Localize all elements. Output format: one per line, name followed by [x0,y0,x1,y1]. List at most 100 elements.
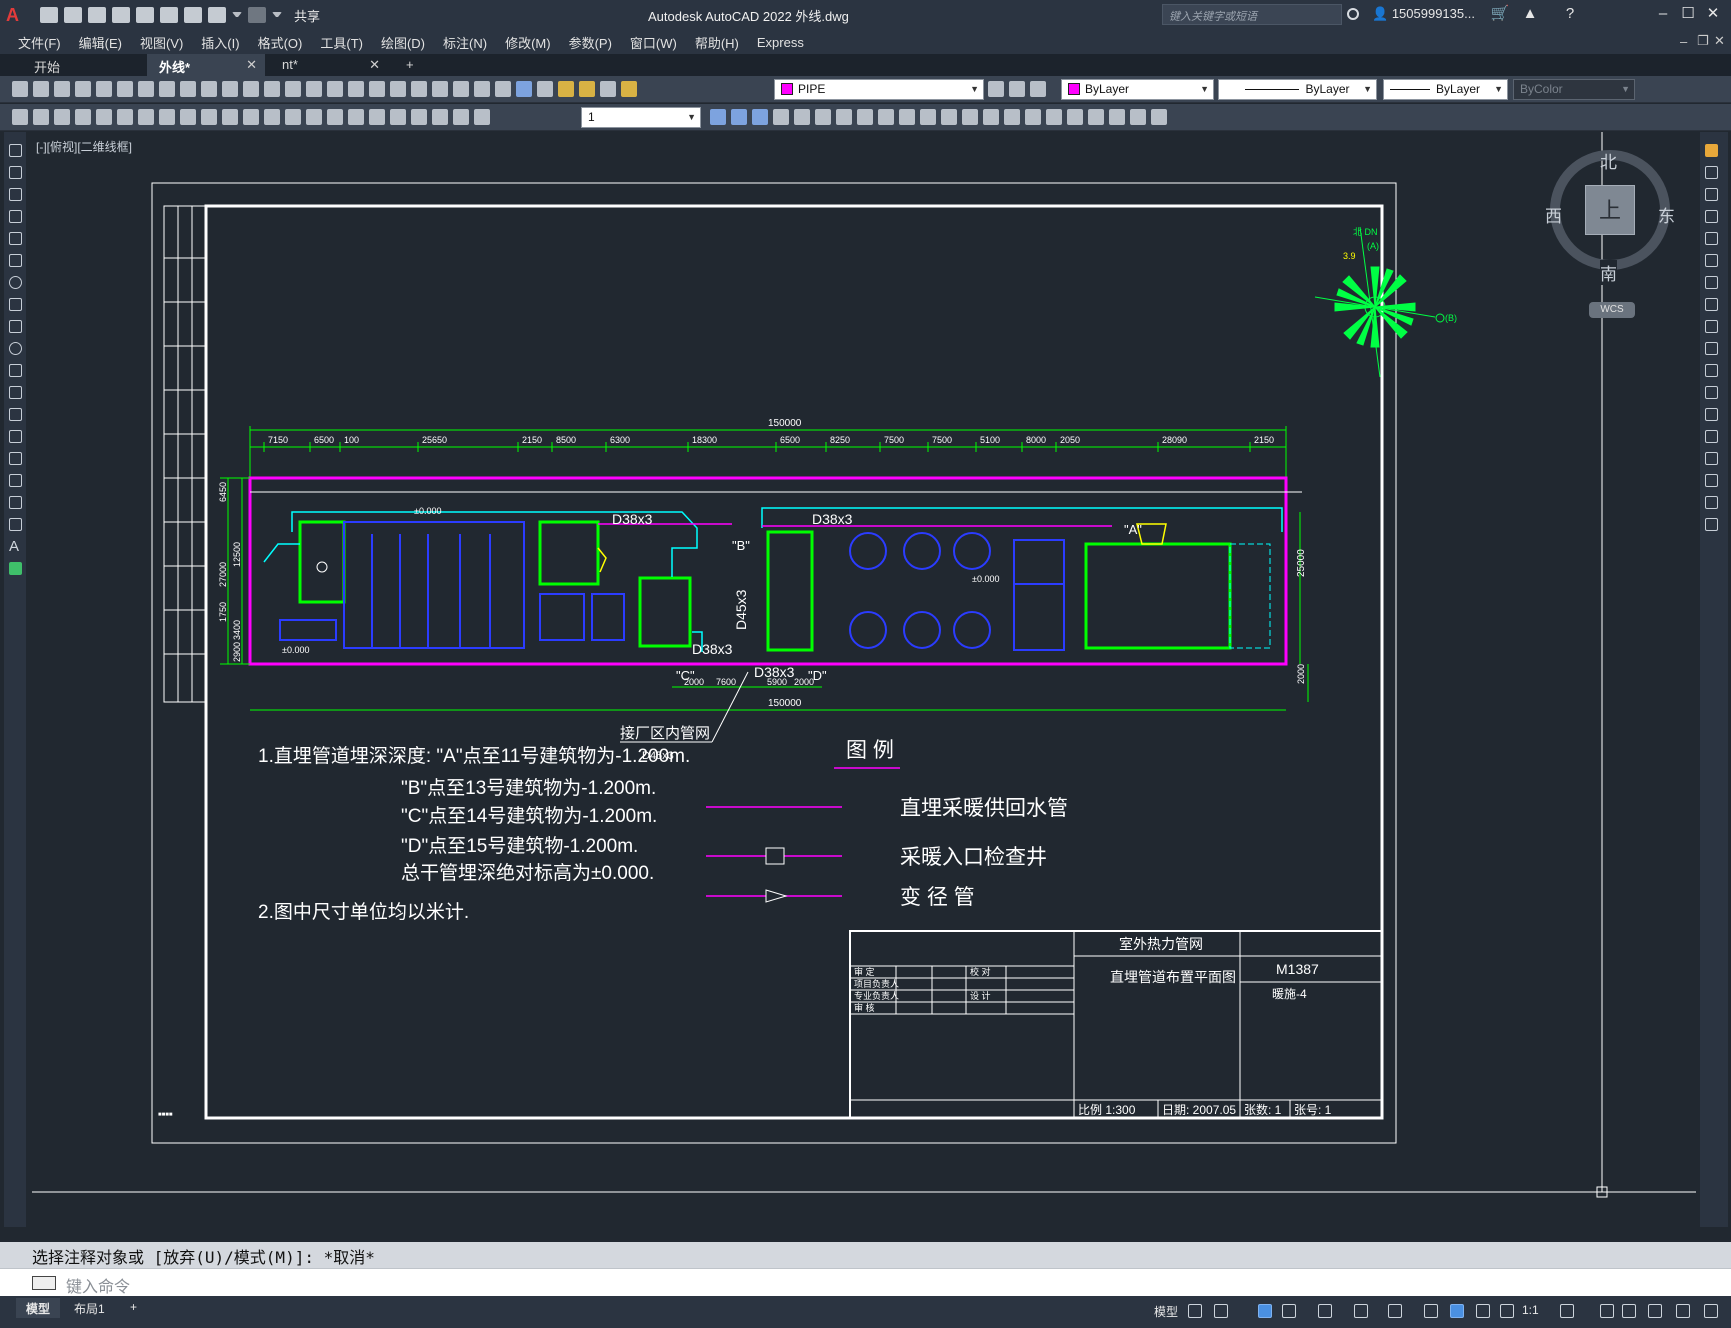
undo-icon[interactable] [264,81,280,97]
render-icon[interactable] [1046,109,1062,125]
doc-close-icon[interactable]: ✕ [1714,33,1725,49]
layout-tab-layout1[interactable]: 布局1 [64,1298,115,1318]
dim-diameter-icon[interactable] [201,109,217,125]
open-icon[interactable] [33,81,49,97]
close-tab-icon[interactable]: ✕ [246,57,257,73]
rotate-icon[interactable] [1705,276,1718,289]
line-icon[interactable] [9,144,22,157]
new-file-icon[interactable] [40,7,58,23]
undo-dropdown-icon[interactable] [232,12,242,18]
inspection-icon[interactable] [390,109,406,125]
menu-insert[interactable]: 插入(I) [192,33,248,52]
viewcube[interactable]: 上 北 南 东 西 [1545,150,1675,285]
add-selected-icon[interactable] [9,562,22,575]
dim-arc-icon[interactable] [117,109,133,125]
zoom-previous-icon[interactable] [369,81,385,97]
mirror-icon[interactable] [1705,188,1718,201]
design-center-icon[interactable] [411,81,427,97]
extend-icon[interactable] [1705,364,1718,377]
tool-palettes-icon[interactable] [432,81,448,97]
command-prompt-icon[interactable] [32,1276,56,1290]
viewcube-south[interactable]: 南 [1600,260,1617,285]
arc-icon[interactable] [9,254,22,267]
menu-dimension[interactable]: 标注(N) [434,33,496,52]
layer-manager-icon[interactable] [537,81,553,97]
redo-icon[interactable] [285,81,301,97]
ucs-icon[interactable] [773,109,789,125]
dim-text-edit-icon[interactable] [453,109,469,125]
drawing-canvas[interactable]: ■■■■ 北 DN 3.9 (B) (A) 150000 7150 6500 1… [32,132,1696,1232]
layer-walk-icon[interactable] [54,109,70,125]
ucs-z-icon[interactable] [1004,109,1020,125]
minimize-icon[interactable]: – [1653,4,1673,24]
ucs-y-icon[interactable] [983,109,999,125]
lights-icon[interactable] [1088,109,1104,125]
dim-update-icon[interactable] [474,109,490,125]
dim-ordinate-icon[interactable] [138,109,154,125]
fillet-icon[interactable] [1705,474,1718,487]
pan-icon[interactable] [306,81,322,97]
quick-dim-icon[interactable] [243,109,259,125]
help-icon[interactable]: ? [1560,4,1580,24]
ucs-world-icon[interactable] [794,109,810,125]
properties-icon[interactable] [390,81,406,97]
dim-angular-icon[interactable] [222,109,238,125]
zoom-window-icon[interactable] [348,81,364,97]
lineweight-dropdown[interactable]: ByLayer ▼ [1383,79,1508,100]
command-input[interactable]: 键入命令 [0,1268,1731,1296]
undo-icon[interactable] [208,7,226,23]
visual-style-icon[interactable] [1109,109,1125,125]
menu-express[interactable]: Express [748,35,813,50]
layer-lock-icon[interactable] [621,81,637,97]
camera-icon[interactable] [1130,109,1146,125]
viewcube-east[interactable]: 东 [1658,202,1675,227]
center-mark-icon[interactable] [369,109,385,125]
dim-continue-icon[interactable] [285,109,301,125]
redo-icon[interactable] [248,7,266,23]
new-tab-button[interactable]: + [400,54,430,76]
new-icon[interactable] [12,81,28,97]
hatch-icon[interactable] [9,452,22,465]
cut-icon[interactable] [159,81,175,97]
ucs-3point-icon[interactable] [941,109,957,125]
stretch-icon[interactable] [1705,320,1718,333]
array-icon[interactable] [1705,232,1718,245]
isodraft-icon[interactable] [1318,1304,1332,1318]
mtext-icon[interactable]: A [9,539,22,554]
object-snap-icon[interactable] [1388,1304,1402,1318]
wcs-menu[interactable]: WCS [1589,302,1635,318]
rectangle-icon[interactable] [9,232,22,245]
lineweight-icon[interactable] [1424,1304,1438,1318]
copy-object-icon[interactable] [1705,166,1718,179]
layer-iso-icon[interactable] [33,109,49,125]
ucs-zaxis-icon[interactable] [920,109,936,125]
publish-icon[interactable] [117,81,133,97]
linetype-dropdown[interactable]: ByLayer ▼ [1218,79,1377,100]
open-file-icon[interactable] [64,7,82,23]
menu-modify[interactable]: 修改(M) [496,33,560,52]
search-input[interactable]: 键入关键字或短语 [1162,4,1342,25]
workspace-gear-icon[interactable] [1560,1304,1574,1318]
block-editor-icon[interactable] [243,81,259,97]
dim-linear-icon[interactable] [75,109,91,125]
annotation-scale-icon[interactable] [1500,1304,1514,1318]
autocad-logo-icon[interactable]: A [6,4,28,26]
markup-icon[interactable] [474,81,490,97]
cart-icon[interactable]: 🛒 [1490,4,1510,24]
tab-nt[interactable]: nt* ✕ [270,54,388,76]
view-left-icon[interactable] [752,109,768,125]
save-icon[interactable] [54,81,70,97]
dim-break-icon[interactable] [327,109,343,125]
region-icon[interactable] [9,496,22,509]
ortho-icon[interactable] [1258,1304,1272,1318]
spline-icon[interactable] [9,320,22,333]
explode-icon[interactable] [1705,518,1718,531]
tab-start[interactable]: 开始 [22,54,147,76]
menu-file[interactable]: 文件(F) [9,33,70,52]
viewcube-west[interactable]: 西 [1545,202,1562,227]
save-as-icon[interactable] [112,7,130,23]
materials-icon[interactable] [1067,109,1083,125]
move-icon[interactable] [1705,254,1718,267]
search-icon[interactable] [1347,8,1359,20]
chamfer-icon[interactable] [1705,452,1718,465]
